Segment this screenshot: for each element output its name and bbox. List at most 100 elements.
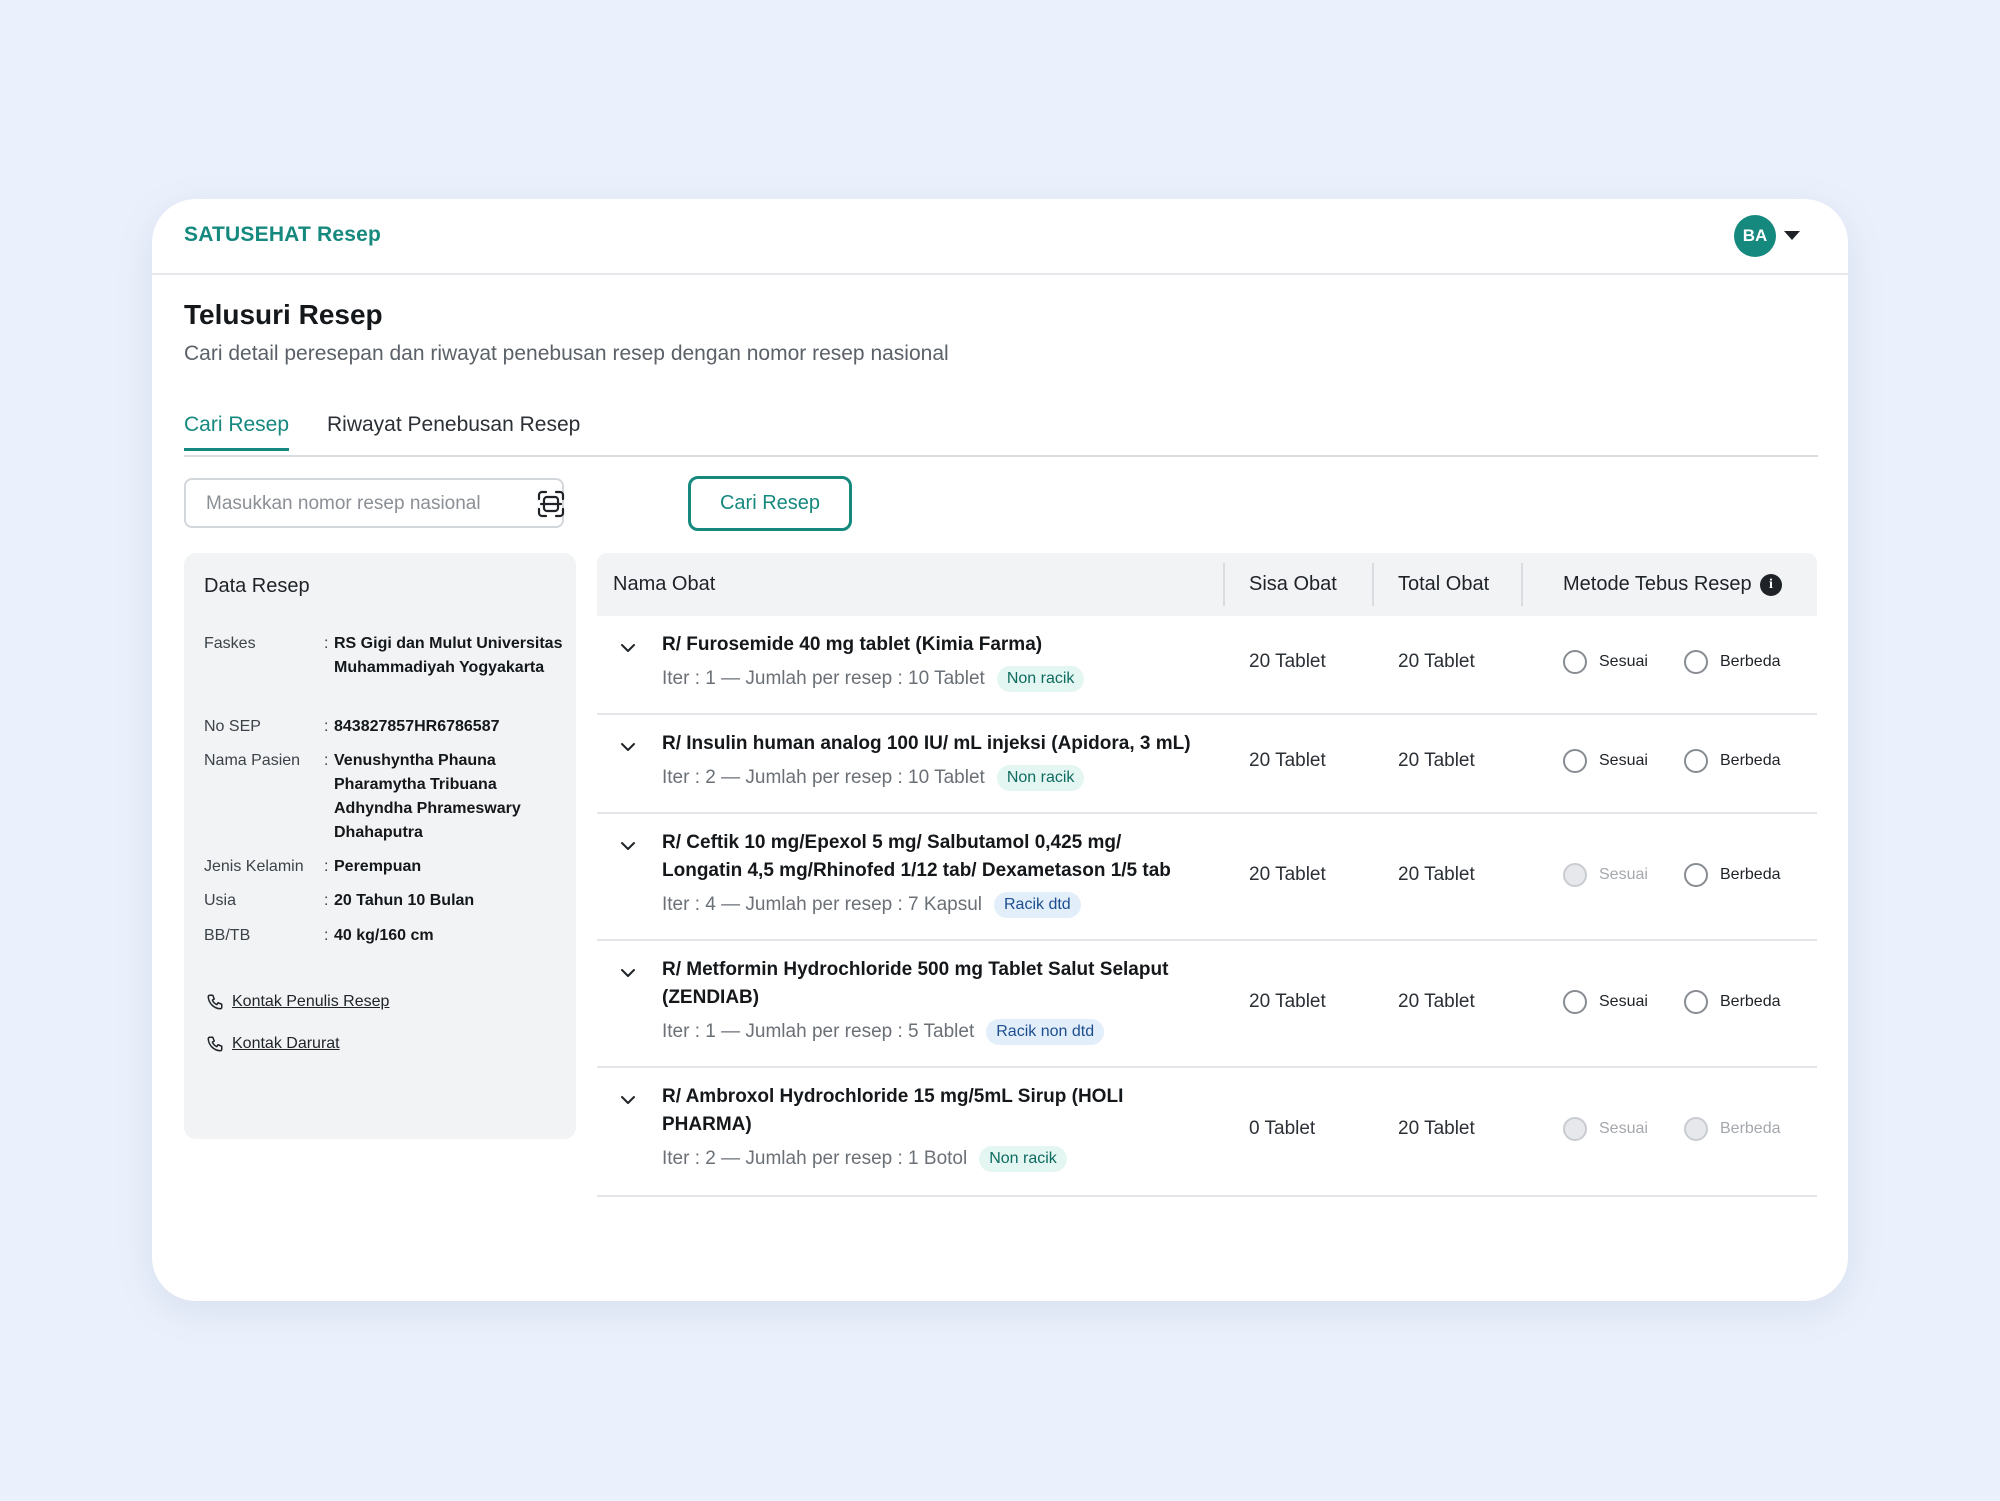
tab-riwayat-penebusan[interactable]: Riwayat Penebusan Resep [327, 413, 580, 448]
radio-circle[interactable] [1563, 749, 1587, 773]
info-colon: : [324, 892, 329, 909]
info-value: 20 Tahun 10 Bulan [334, 892, 475, 909]
radio-circle[interactable] [1684, 650, 1708, 674]
sisa-obat-value: 20 Tablet [1249, 651, 1326, 672]
column-divider [1372, 563, 1374, 606]
radio-circle [1563, 863, 1587, 887]
sisa-obat-value: 20 Tablet [1249, 991, 1326, 1012]
brand-logo[interactable]: SATUSEHAT Resep [184, 223, 381, 247]
racik-badge: Non racik [996, 765, 1085, 791]
radio-label: Sesuai [1599, 1120, 1648, 1137]
table-row: R/ Furosemide 40 mg tablet (Kimia Farma)… [597, 616, 1817, 715]
radio-label: Sesuai [1599, 866, 1648, 883]
chevron-down-icon[interactable] [619, 837, 637, 855]
column-header-sisa-obat: Sisa Obat [1249, 573, 1337, 595]
radio-circle[interactable] [1684, 990, 1708, 1014]
radio-circle[interactable] [1684, 863, 1708, 887]
total-obat-value: 20 Tablet [1398, 750, 1475, 771]
drug-meta: Iter : 1 — Jumlah per resep : 10 Tablet … [662, 666, 1085, 692]
total-obat-value: 20 Tablet [1398, 991, 1475, 1012]
drug-name: R/ Furosemide 40 mg tablet (Kimia Farma) [662, 634, 1043, 655]
contact-label: Kontak Penulis Resep [232, 993, 390, 1010]
search-button[interactable]: Cari Resep [688, 476, 852, 531]
column-header-total-obat: Total Obat [1398, 573, 1490, 595]
sisa-obat-value: 20 Tablet [1249, 864, 1326, 885]
info-value: Venushyntha Phauna Pharamytha Tribuana A… [334, 752, 521, 841]
drug-iter-info: Iter : 2 — Jumlah per resep : 1 Botol [662, 1148, 968, 1169]
info-label: BB/TB [204, 927, 251, 944]
column-divider [1521, 563, 1523, 606]
radio-circle[interactable] [1563, 990, 1587, 1014]
table-row: R/ Insulin human analog 100 IU/ mL injek… [597, 715, 1817, 814]
panel-title: Data Resep [204, 575, 310, 597]
radio-berbeda: Berbeda [1684, 1117, 1781, 1141]
page-subtitle: Cari detail peresepan dan riwayat penebu… [184, 342, 949, 365]
chevron-down-icon[interactable] [619, 639, 637, 657]
info-label: Nama Pasien [204, 752, 301, 769]
radio-berbeda[interactable]: Berbeda [1684, 990, 1781, 1014]
table-row: R/ Ceftik 10 mg/Epexol 5 mg/ Salbutamol … [597, 814, 1817, 941]
main-card: SATUSEHAT Resep BA Telusuri Resep Cari d… [152, 199, 1848, 1301]
radio-sesuai: Sesuai [1563, 1117, 1648, 1141]
chevron-down-icon[interactable] [619, 964, 637, 982]
radio-circle[interactable] [1684, 749, 1708, 773]
info-value: RS Gigi dan Mulut Universitas Muhammadiy… [334, 635, 563, 676]
drug-meta: Iter : 2 — Jumlah per resep : 10 Tablet … [662, 765, 1085, 791]
tab-bar: Cari Resep Riwayat Penebusan Resep [184, 413, 1818, 457]
info-label: No SEP [204, 718, 261, 735]
radio-label: Berbeda [1720, 752, 1781, 769]
drug-meta: Iter : 2 — Jumlah per resep : 1 Botol No… [662, 1146, 1067, 1172]
info-icon[interactable]: i [1760, 574, 1782, 596]
kontak-darurat-link[interactable]: Kontak Darurat [206, 1035, 340, 1053]
kontak-penulis-resep-link[interactable]: Kontak Penulis Resep [206, 993, 389, 1011]
top-bar: SATUSEHAT Resep BA [152, 199, 1848, 275]
search-field [184, 478, 566, 528]
radio-sesuai[interactable]: Sesuai [1563, 990, 1648, 1014]
radio-circle [1563, 1117, 1587, 1141]
search-input[interactable] [204, 480, 508, 528]
table-row: R/ Ambroxol Hydrochloride 15 mg/5mL Siru… [597, 1068, 1817, 1197]
chevron-down-icon[interactable] [619, 1091, 637, 1109]
info-value: 843827857HR6786587 [334, 718, 500, 735]
radio-label: Berbeda [1720, 1120, 1781, 1137]
radio-label: Sesuai [1599, 993, 1648, 1010]
radio-label: Berbeda [1720, 653, 1781, 670]
table-header: Nama Obat Sisa Obat Total Obat Metode Te… [597, 553, 1817, 616]
phone-icon [207, 1036, 223, 1052]
info-colon: : [324, 858, 329, 875]
drug-meta: Iter : 1 — Jumlah per resep : 5 Tablet R… [662, 1019, 1105, 1045]
radio-sesuai: Sesuai [1563, 863, 1648, 887]
contact-label: Kontak Darurat [232, 1035, 340, 1052]
chevron-down-icon[interactable] [619, 738, 637, 756]
sisa-obat-value: 20 Tablet [1249, 750, 1326, 771]
info-label: Usia [204, 892, 237, 909]
radio-sesuai[interactable]: Sesuai [1563, 749, 1648, 773]
radio-sesuai[interactable]: Sesuai [1563, 650, 1648, 674]
avatar[interactable]: BA [1734, 215, 1776, 257]
phone-icon [207, 994, 223, 1010]
radio-berbeda[interactable]: Berbeda [1684, 749, 1781, 773]
table-row: R/ Metformin Hydrochloride 500 mg Tablet… [597, 941, 1817, 1068]
caret-down-icon[interactable] [1784, 231, 1800, 240]
page-title: Telusuri Resep [184, 299, 383, 330]
racik-badge: Racik dtd [994, 892, 1081, 918]
info-colon: : [324, 927, 329, 944]
drug-iter-info: Iter : 1 — Jumlah per resep : 10 Tablet [662, 668, 985, 689]
drug-name: R/ Ambroxol Hydrochloride 15 mg/5mL Siru… [662, 1086, 1124, 1135]
info-label: Faskes [204, 635, 256, 652]
radio-berbeda[interactable]: Berbeda [1684, 650, 1781, 674]
drug-name: R/ Insulin human analog 100 IU/ mL injek… [662, 733, 1191, 754]
racik-badge: Non racik [979, 1146, 1067, 1172]
tab-cari-resep[interactable]: Cari Resep [184, 413, 290, 451]
racik-badge: Racik non dtd [986, 1019, 1105, 1045]
drug-name: R/ Ceftik 10 mg/Epexol 5 mg/ Salbutamol … [662, 832, 1171, 881]
radio-label: Berbeda [1720, 993, 1781, 1010]
drug-name: R/ Metformin Hydrochloride 500 mg Tablet… [662, 959, 1169, 1008]
column-header-nama-obat: Nama Obat [613, 573, 716, 595]
radio-circle[interactable] [1563, 650, 1587, 674]
scan-icon[interactable] [536, 489, 566, 519]
sisa-obat-value: 0 Tablet [1249, 1118, 1316, 1139]
radio-berbeda[interactable]: Berbeda [1684, 863, 1781, 887]
radio-label: Sesuai [1599, 653, 1648, 670]
info-colon: : [324, 752, 329, 769]
